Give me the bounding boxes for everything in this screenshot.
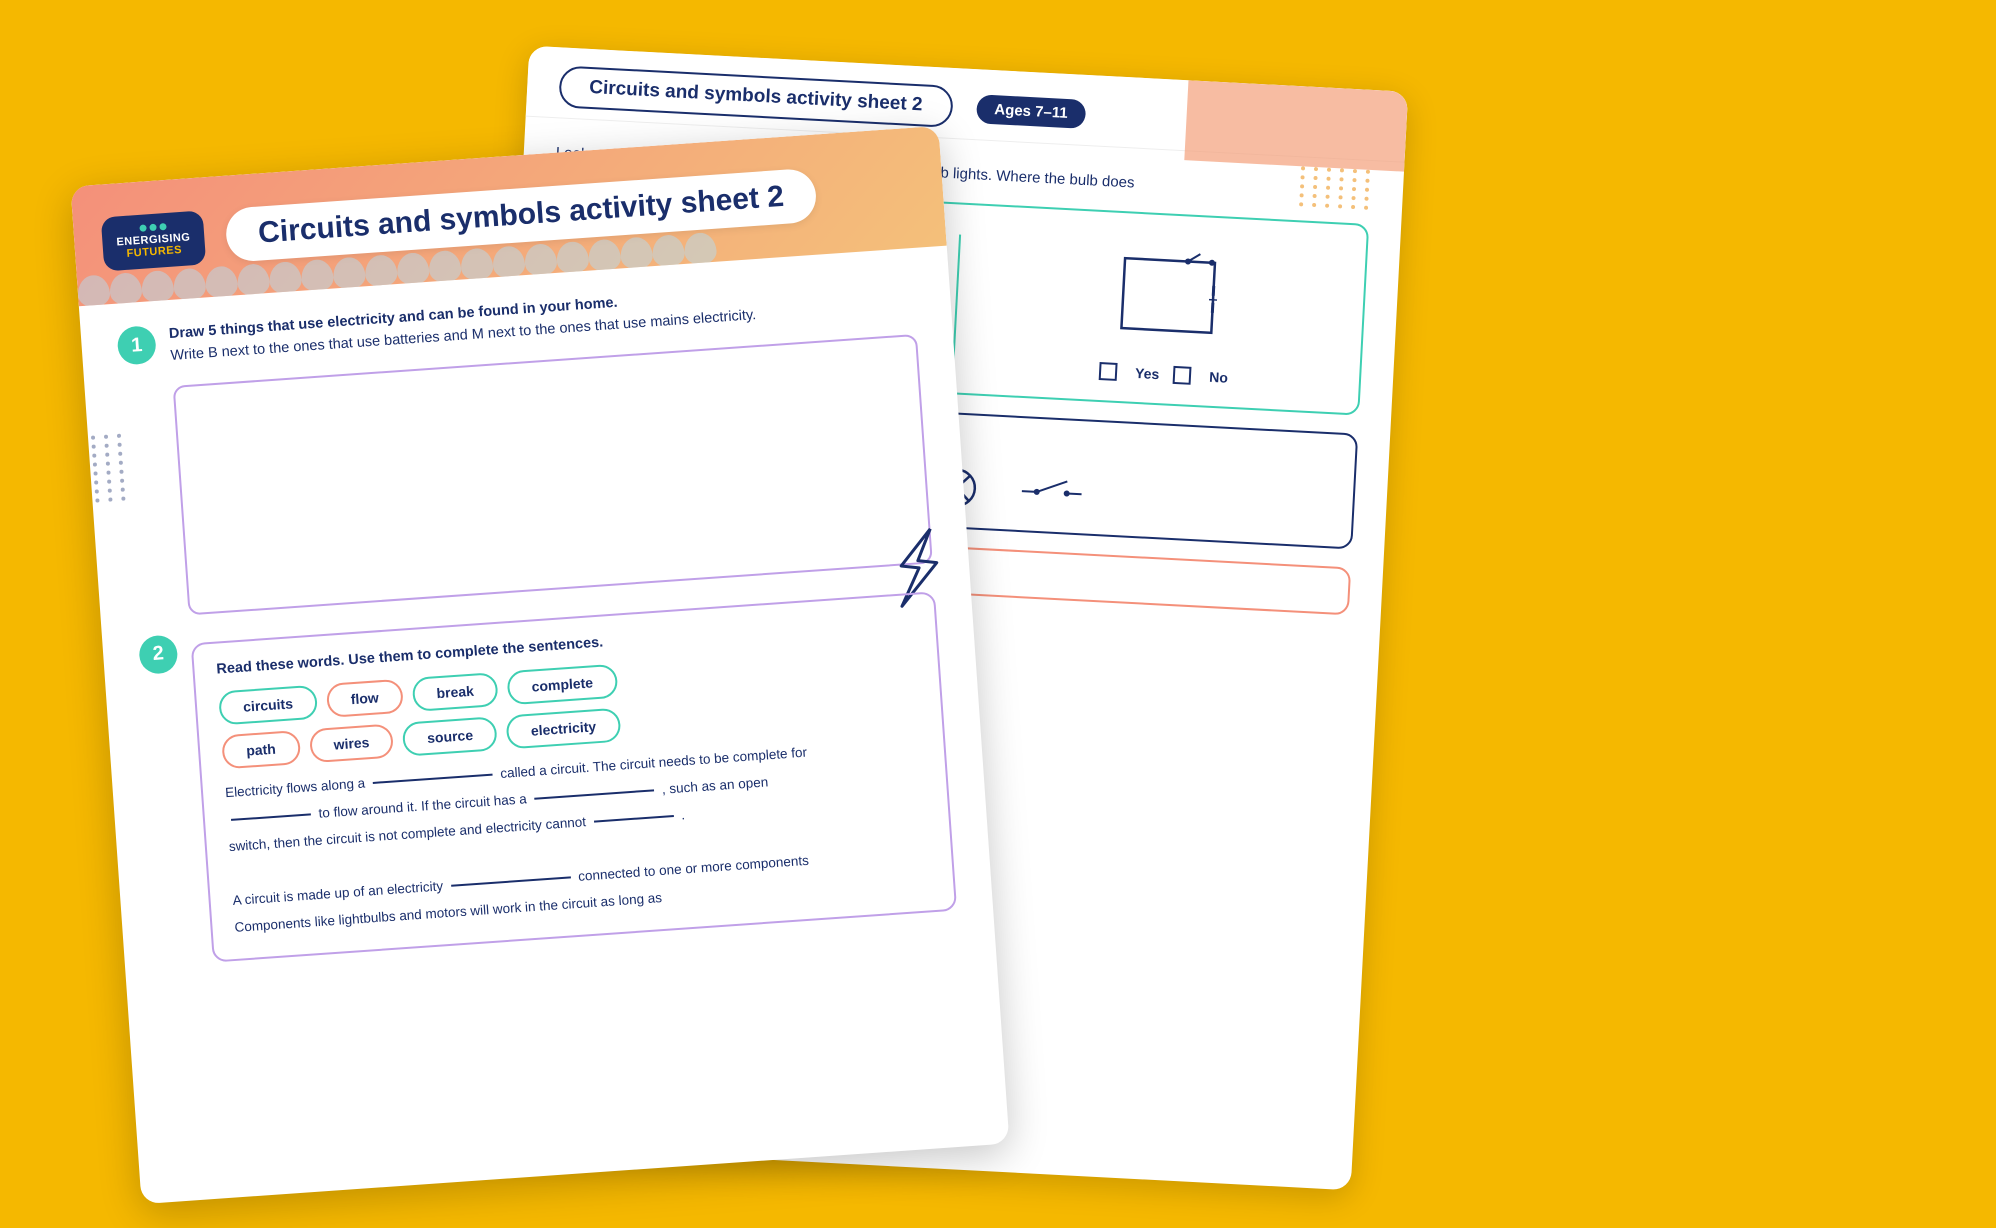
drop-17 bbox=[588, 238, 622, 272]
drop-11 bbox=[396, 252, 430, 286]
word-chip-wires: wires bbox=[308, 723, 394, 763]
word-chip-circuits: circuits bbox=[218, 684, 318, 725]
word-chip-path: path bbox=[221, 730, 301, 769]
drop-7 bbox=[268, 261, 302, 295]
drop-9 bbox=[332, 256, 366, 290]
logo-box: ENERGISING FUTURES bbox=[101, 210, 207, 271]
drop-10 bbox=[364, 254, 398, 288]
word-chip-electricity: electricity bbox=[506, 707, 621, 749]
drop-16 bbox=[556, 241, 590, 275]
circuit-diagram-2: Yes No bbox=[986, 236, 1348, 392]
dot-decoration bbox=[1299, 166, 1374, 210]
word-chip-break: break bbox=[411, 672, 499, 712]
yes-checkbox-2[interactable] bbox=[1099, 362, 1118, 381]
switch-symbol bbox=[1021, 471, 1083, 514]
q2-content: Read these words. Use them to complete t… bbox=[190, 581, 957, 962]
blank-2 bbox=[231, 813, 311, 821]
question-2-container: 2 Read these words. Use them to complete… bbox=[138, 581, 957, 966]
q2-number: 2 bbox=[138, 634, 179, 675]
ages-badge: Ages 7–11 bbox=[976, 94, 1087, 129]
drop-4 bbox=[173, 267, 207, 301]
sheet-front-body: 1 Draw 5 things that use electricity and… bbox=[79, 246, 996, 1010]
drop-15 bbox=[524, 243, 558, 277]
no-checkbox-2[interactable] bbox=[1173, 365, 1192, 384]
yes-label-2: Yes bbox=[1135, 364, 1160, 381]
drop-12 bbox=[428, 250, 462, 284]
blank-5 bbox=[451, 876, 571, 886]
blank-4 bbox=[594, 815, 674, 823]
drop-2 bbox=[109, 272, 143, 306]
sheet-back-title: Circuits and symbols activity sheet 2 bbox=[558, 65, 953, 128]
blank-1 bbox=[373, 774, 493, 784]
drop-8 bbox=[300, 259, 334, 293]
logo-futures: FUTURES bbox=[126, 244, 182, 260]
word-chip-source: source bbox=[402, 716, 498, 756]
circuit-svg-2 bbox=[1100, 242, 1236, 359]
drop-5 bbox=[204, 265, 238, 299]
word-bank-section: Read these words. Use them to complete t… bbox=[191, 591, 958, 962]
drop-1 bbox=[77, 274, 111, 306]
no-label-2: No bbox=[1209, 368, 1228, 385]
logo-icons bbox=[139, 223, 166, 232]
q1-number: 1 bbox=[116, 325, 157, 366]
logo-dot-1 bbox=[139, 224, 146, 231]
blank-3 bbox=[534, 789, 654, 799]
logo-dot-2 bbox=[149, 224, 156, 231]
yes-no-row-2: Yes No bbox=[1099, 362, 1229, 387]
word-chip-complete: complete bbox=[506, 663, 618, 705]
drop-19 bbox=[651, 234, 685, 268]
draw-box bbox=[173, 333, 933, 614]
logo-dot-3 bbox=[159, 223, 166, 230]
drop-13 bbox=[460, 247, 494, 281]
drop-18 bbox=[619, 236, 653, 270]
question-2-block: 2 Read these words. Use them to complete… bbox=[138, 581, 957, 966]
drop-3 bbox=[141, 270, 175, 304]
word-chip-flow: flow bbox=[326, 678, 404, 717]
drop-6 bbox=[236, 263, 270, 297]
sheet-front: ENERGISING FUTURES Circuits and symbols … bbox=[70, 126, 1009, 1204]
left-dot-decoration bbox=[78, 433, 130, 503]
fill-sentences: Electricity flows along a called a circu… bbox=[224, 730, 932, 940]
drop-20 bbox=[683, 232, 717, 266]
salmon-decoration bbox=[1184, 80, 1408, 171]
drop-14 bbox=[492, 245, 526, 279]
